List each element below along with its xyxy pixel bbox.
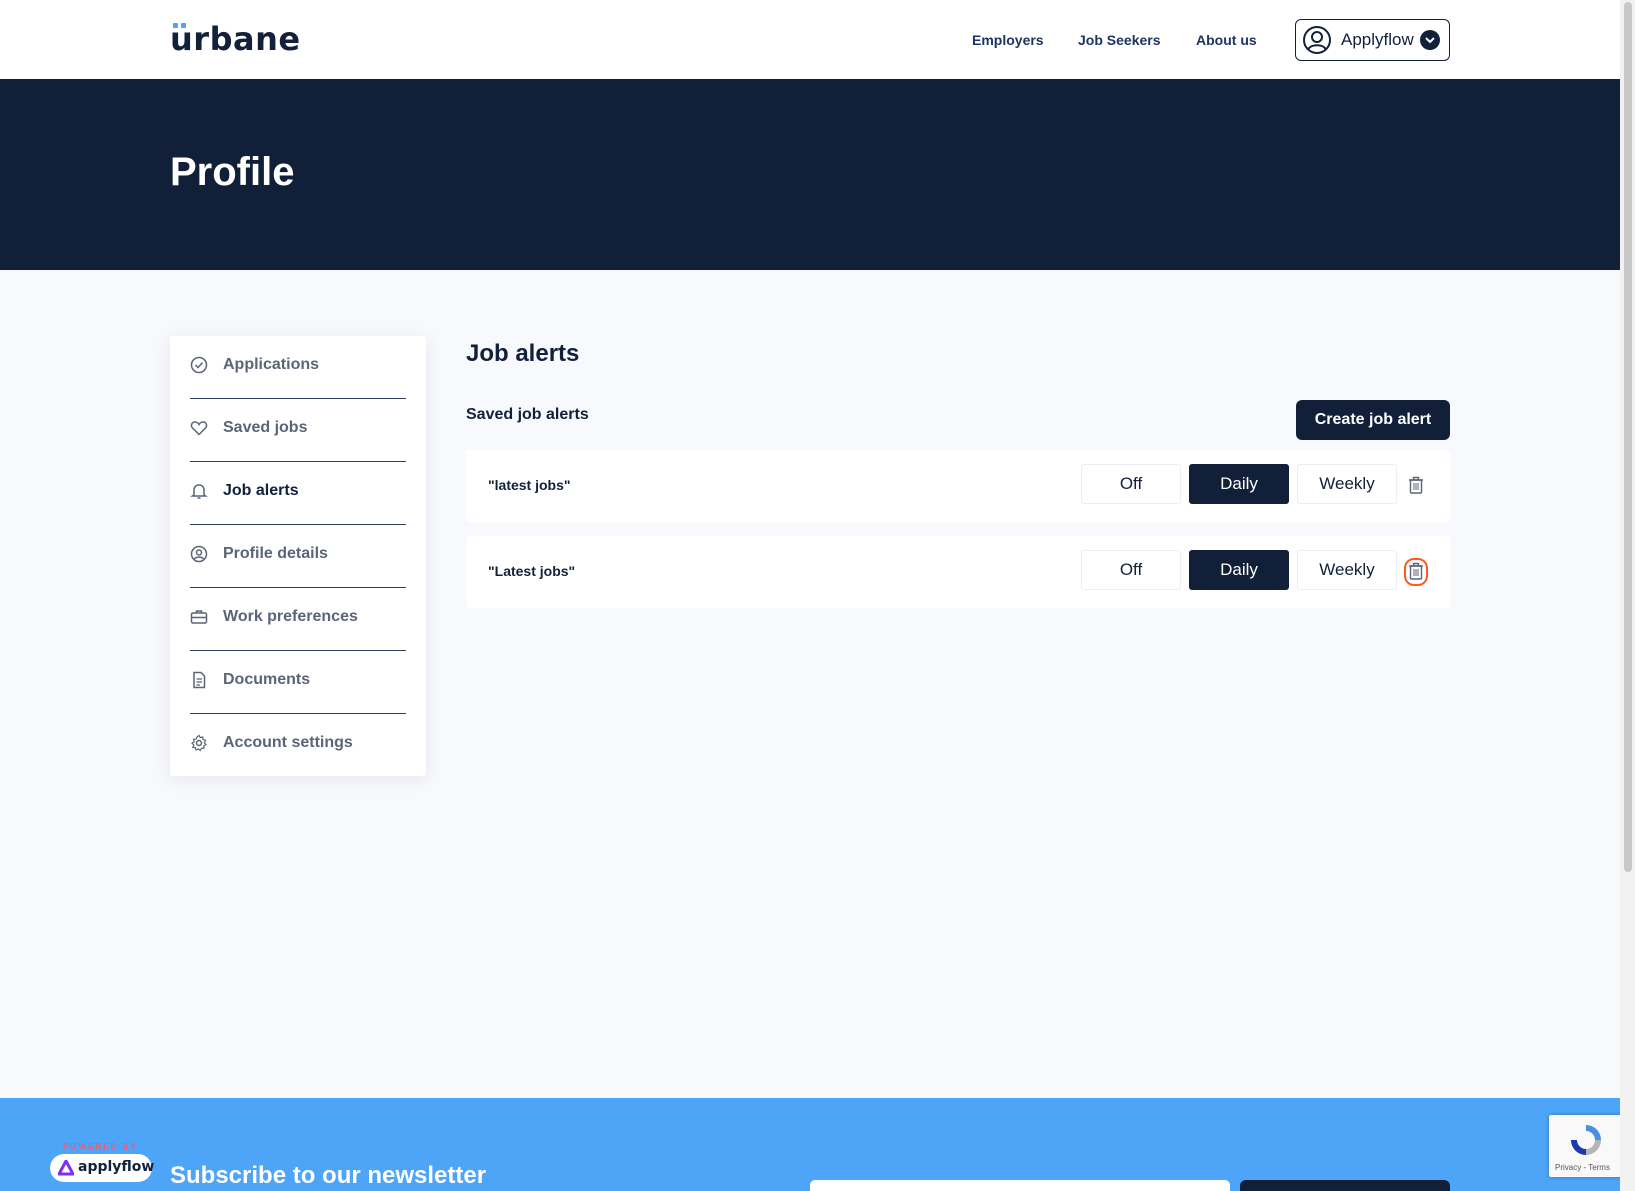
heart-icon (190, 421, 208, 436)
sidebar-item-label: Account settings (223, 734, 353, 751)
page-title: Profile (170, 150, 295, 194)
applyflow-badge[interactable]: applyflow (50, 1154, 155, 1182)
job-alert-name: "latest jobs" (488, 477, 571, 493)
page-scrollbar[interactable] (1620, 0, 1635, 1191)
applyflow-logo-icon (58, 1160, 74, 1176)
nav-job-seekers[interactable]: Job Seekers (1078, 32, 1161, 48)
profile-sidebar: Applications Saved jobs Job alerts Profi… (170, 336, 426, 776)
frequency-daily-button[interactable]: Daily (1189, 464, 1289, 504)
trash-icon[interactable] (1404, 558, 1428, 586)
recaptcha-badge[interactable]: Privacy - Terms (1549, 1115, 1622, 1177)
powered-by-label: POWERED BY (63, 1142, 138, 1151)
newsletter-email-input[interactable] (810, 1180, 1230, 1191)
nav-employers[interactable]: Employers (972, 32, 1044, 48)
sidebar-item-profile-details[interactable]: Profile details (190, 525, 406, 588)
newsletter-title: Subscribe to our newsletter (170, 1162, 487, 1189)
frequency-weekly-button[interactable]: Weekly (1297, 550, 1397, 590)
nav-about-us[interactable]: About us (1196, 32, 1257, 48)
saved-alerts-heading: Saved job alerts (466, 406, 589, 423)
sidebar-item-label: Work preferences (223, 608, 358, 625)
sidebar-item-label: Saved jobs (223, 419, 308, 436)
recaptcha-icon (1571, 1125, 1601, 1155)
newsletter-subscribe-button[interactable] (1240, 1180, 1450, 1191)
sidebar-item-job-alerts[interactable]: Job alerts (190, 462, 406, 525)
sidebar-item-label: Profile details (223, 545, 328, 562)
recaptcha-links[interactable]: Privacy - Terms (1555, 1163, 1610, 1172)
applyflow-brand: applyflow (78, 1159, 155, 1175)
user-circle-icon (1303, 26, 1331, 54)
account-menu-button[interactable]: Applyflow (1295, 19, 1450, 61)
site-header: urbane Employers Job Seekers About us Ap… (0, 0, 1620, 79)
create-job-alert-button[interactable]: Create job alert (1296, 400, 1450, 440)
bell-icon (190, 484, 208, 499)
frequency-daily-button[interactable]: Daily (1189, 550, 1289, 590)
briefcase-icon (190, 610, 208, 624)
sidebar-item-label: Job alerts (223, 482, 299, 499)
chevron-down-icon (1420, 30, 1440, 50)
frequency-off-button[interactable]: Off (1081, 550, 1181, 590)
sidebar-item-applications[interactable]: Applications (190, 336, 406, 399)
job-alert-row: "Latest jobs" Off Daily Weekly (466, 536, 1450, 608)
account-label: Applyflow (1341, 30, 1414, 49)
sidebar-item-account-settings[interactable]: Account settings (190, 714, 406, 777)
sidebar-item-documents[interactable]: Documents (190, 651, 406, 714)
document-icon (193, 671, 206, 689)
section-title: Job alerts (466, 340, 580, 367)
footer: POWERED BY applyflow Subscribe to our ne… (0, 1098, 1620, 1191)
sidebar-item-label: Applications (223, 356, 320, 373)
gear-icon (191, 734, 207, 752)
frequency-off-button[interactable]: Off (1081, 464, 1181, 504)
sidebar-item-saved-jobs[interactable]: Saved jobs (190, 399, 406, 462)
sidebar-item-label: Documents (223, 671, 311, 688)
frequency-weekly-button[interactable]: Weekly (1297, 464, 1397, 504)
check-circle-icon (190, 356, 208, 374)
user-circle-icon (190, 545, 208, 563)
hero-banner: Profile (0, 79, 1620, 270)
scrollbar-thumb[interactable] (1624, 2, 1632, 872)
job-alert-row: "latest jobs" Off Daily Weekly (466, 450, 1450, 522)
job-alert-name: "Latest jobs" (488, 563, 576, 579)
logo[interactable]: urbane (170, 20, 301, 58)
trash-icon[interactable] (1407, 475, 1425, 497)
sidebar-item-work-preferences[interactable]: Work preferences (190, 588, 406, 651)
